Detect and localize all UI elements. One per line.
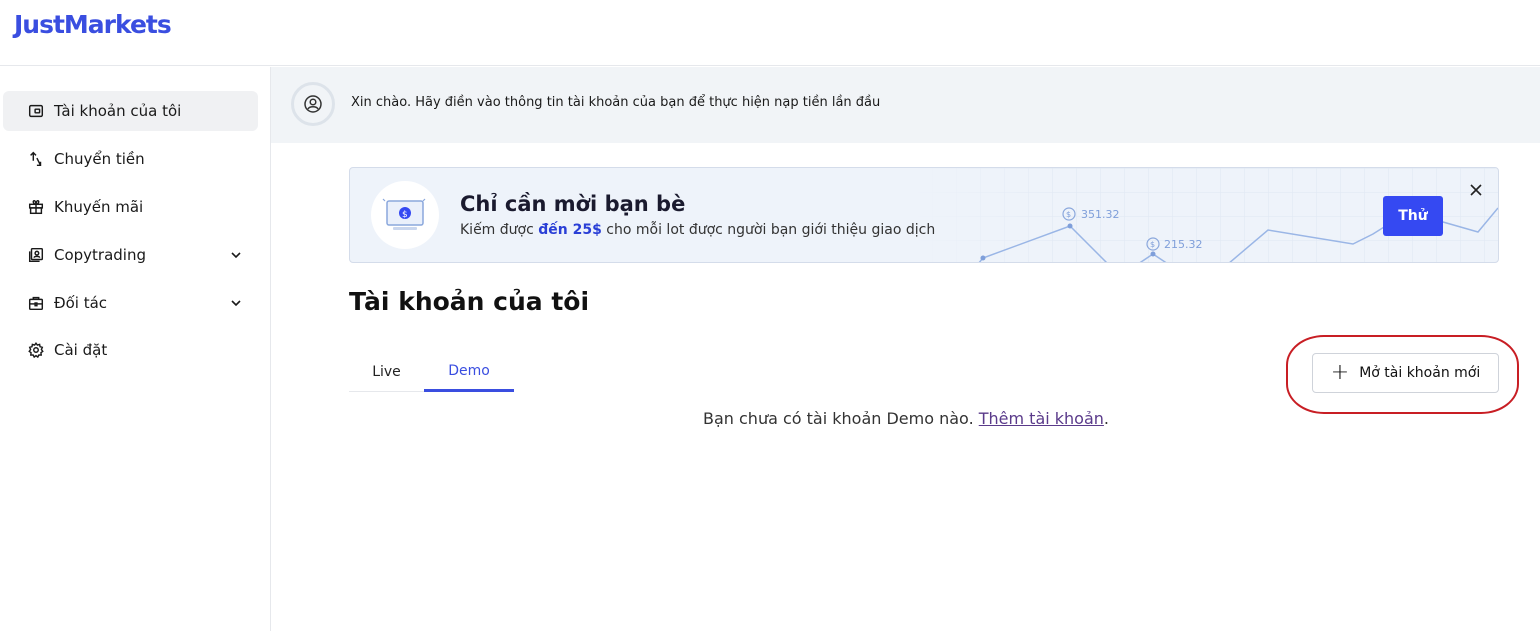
banner-sub-prefix: Kiếm được — [460, 222, 539, 238]
sidebar-item-settings[interactable]: Cài đặt — [3, 330, 258, 370]
open-new-account-label: Mở tài khoản mới — [1359, 365, 1481, 381]
user-icon — [304, 95, 322, 113]
welcome-notice: Xin chào. Hãy điền vào thông tin tài kho… — [271, 67, 1540, 143]
sidebar-item-label: Đối tác — [54, 294, 108, 312]
sidebar-item-my-accounts[interactable]: Tài khoản của tôi — [3, 91, 258, 131]
referral-banner: $ 351.32 $ 215.32 $ Chỉ cần mời bạn bè K… — [349, 167, 1499, 263]
page-title: Tài khoản của tôi — [349, 287, 590, 316]
sidebar-item-promotions[interactable]: Khuyến mãi — [3, 187, 258, 227]
add-account-link[interactable]: Thêm tài khoản — [979, 409, 1104, 428]
top-bar: JustMarkets — [0, 0, 1540, 66]
sidebar-item-partners[interactable]: Đối tác — [3, 283, 258, 323]
chevron-down-icon[interactable] — [228, 295, 244, 311]
gear-icon — [26, 340, 46, 360]
sidebar-item-label: Khuyến mãi — [54, 198, 144, 216]
sidebar-item-label: Tài khoản của tôi — [54, 102, 182, 120]
close-icon[interactable] — [1465, 179, 1487, 201]
notice-text: Xin chào. Hãy điền vào thông tin tài kho… — [351, 95, 881, 110]
empty-text: Bạn chưa có tài khoản Demo nào. — [703, 409, 979, 428]
tab-demo[interactable]: Demo — [424, 352, 514, 392]
empty-state-message: Bạn chưa có tài khoản Demo nào. Thêm tài… — [703, 409, 1109, 428]
empty-period: . — [1103, 409, 1110, 428]
account-tabs: Live Demo — [349, 352, 514, 392]
monitor-dollar-icon: $ — [371, 181, 439, 249]
profile-progress-ring — [291, 82, 335, 126]
svg-text:$: $ — [402, 210, 408, 220]
banner-title: Chỉ cần mời bạn bè — [460, 192, 686, 216]
sidebar: Tài khoản của tôi Chuyển tiền Khuyến mãi… — [0, 67, 271, 631]
logo[interactable]: JustMarkets — [14, 10, 172, 39]
sidebar-item-copytrading[interactable]: Copytrading — [3, 235, 258, 275]
sidebar-item-transfer[interactable]: Chuyển tiền — [3, 139, 258, 179]
banner-subtitle: Kiếm được đến 25$ cho mỗi lot được người… — [460, 222, 935, 238]
svg-text:$: $ — [1150, 240, 1155, 249]
open-new-account-button[interactable]: + Mở tài khoản mới — [1312, 353, 1499, 393]
banner-sub-highlight: đến 25$ — [538, 222, 602, 238]
copytrading-icon — [26, 245, 46, 265]
sidebar-item-label: Cài đặt — [54, 341, 108, 359]
try-button[interactable]: Thử — [1383, 196, 1443, 236]
svg-text:$: $ — [1066, 210, 1071, 219]
tab-live[interactable]: Live — [349, 352, 424, 392]
wallet-icon — [26, 101, 46, 121]
sidebar-item-label: Chuyển tiền — [54, 150, 145, 168]
chevron-down-icon[interactable] — [228, 247, 244, 263]
briefcase-icon — [26, 293, 46, 313]
chart-label-1: 351.32 — [1081, 208, 1120, 221]
banner-sub-suffix: cho mỗi lot được người bạn giới thiệu gi… — [601, 222, 936, 238]
plus-icon: + — [1330, 360, 1350, 385]
chart-label-2: 215.32 — [1164, 238, 1203, 251]
gift-icon — [26, 197, 46, 217]
transfer-icon — [26, 149, 46, 169]
sidebar-item-label: Copytrading — [54, 246, 147, 264]
